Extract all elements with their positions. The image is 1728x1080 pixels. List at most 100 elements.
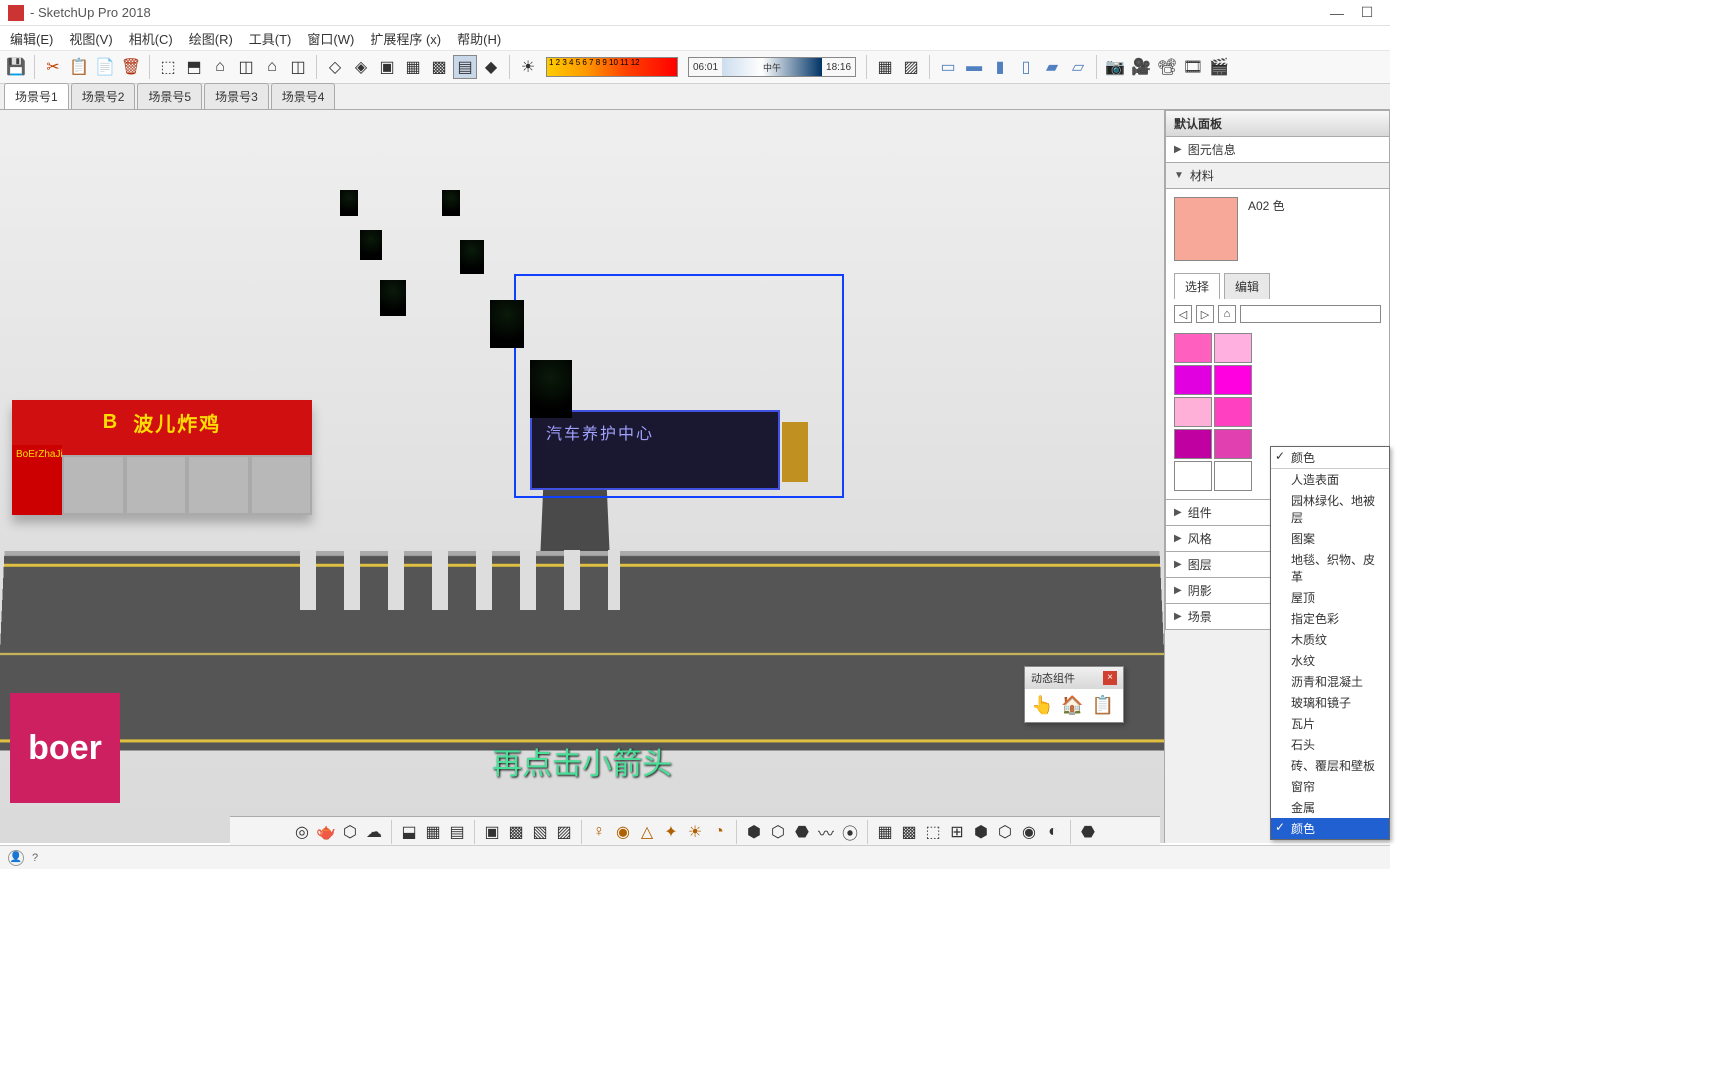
right-icon[interactable]: ◫ — [234, 55, 258, 79]
tool-icon[interactable]: ◉ — [1018, 821, 1040, 843]
nav-fwd-icon[interactable]: ▷ — [1196, 305, 1214, 323]
tool-icon[interactable]: △ — [636, 821, 658, 843]
tool-icon[interactable]: ▩ — [898, 821, 920, 843]
tool-icon[interactable]: ◔ — [708, 821, 730, 843]
box-icon[interactable]: ▱ — [1066, 55, 1090, 79]
tool-icon[interactable]: ▤ — [446, 821, 468, 843]
save-icon[interactable]: 💾 — [4, 55, 28, 79]
tool-icon[interactable]: ▩ — [505, 821, 527, 843]
dd-item[interactable]: 人造表面 — [1271, 469, 1389, 490]
menu-item[interactable]: 帮助(H) — [453, 27, 505, 50]
3d-viewport[interactable]: B波儿炸鸡 BoErZhaJi 汽车养护中心 动态组件× 👆 🏠 📋 — [0, 110, 1164, 843]
menu-item[interactable]: 编辑(E) — [6, 27, 57, 50]
tool-icon[interactable]: ⬣ — [791, 821, 813, 843]
dd-item[interactable]: 金属 — [1271, 797, 1389, 818]
shadow-time-slider[interactable]: 06:01 中午 18:16 — [688, 57, 856, 77]
camera-icon[interactable]: 🎥 — [1129, 55, 1153, 79]
scene-tab[interactable]: 场景号5 — [137, 83, 202, 109]
maximize-button[interactable]: ☐ — [1352, 4, 1382, 21]
shadow-date-slider[interactable]: 1 2 3 4 5 6 7 8 9 10 11 12 — [546, 57, 678, 77]
menu-item[interactable]: 视图(V) — [65, 27, 116, 50]
style-back-icon[interactable]: ◆ — [479, 55, 503, 79]
tool-icon[interactable]: ☁ — [363, 821, 385, 843]
paste-icon[interactable]: 📄 — [93, 55, 117, 79]
tool-icon[interactable]: ▣ — [481, 821, 503, 843]
tool-icon[interactable]: ⬢ — [970, 821, 992, 843]
swatch[interactable] — [1214, 429, 1252, 459]
tool-icon[interactable]: ◉ — [612, 821, 634, 843]
delete-icon[interactable]: 🗑 — [119, 55, 143, 79]
scene-tab[interactable]: 场景号2 — [71, 83, 136, 109]
menu-item[interactable]: 工具(T) — [245, 27, 296, 50]
camera-icon[interactable]: 📷 — [1103, 55, 1127, 79]
mat-tab-edit[interactable]: 编辑 — [1224, 273, 1270, 299]
tool-icon[interactable]: ▧ — [529, 821, 551, 843]
dyncomp-options-icon[interactable]: 🏠 — [1061, 695, 1083, 716]
tool-icon[interactable]: ♀ — [588, 821, 610, 843]
dd-item[interactable]: 沥青和混凝土 — [1271, 671, 1389, 692]
left-icon[interactable]: ◫ — [286, 55, 310, 79]
style-wire-icon[interactable]: ◇ — [323, 55, 347, 79]
close-icon[interactable]: × — [1103, 671, 1117, 685]
dd-item[interactable]: 园林绿化、地被层 — [1271, 490, 1389, 528]
dd-item[interactable]: 木质纹 — [1271, 629, 1389, 650]
layer-icon[interactable]: ▨ — [899, 55, 923, 79]
tool-icon[interactable]: ⬓ — [398, 821, 420, 843]
mat-tab-select[interactable]: 选择 — [1174, 273, 1220, 299]
tray-section-materials[interactable]: ▼材料 — [1165, 163, 1390, 189]
dyncomp-interact-icon[interactable]: 👆 — [1031, 695, 1053, 716]
dd-item[interactable]: 瓦片 — [1271, 713, 1389, 734]
tool-icon[interactable]: ▨ — [553, 821, 575, 843]
tray-section-entityinfo[interactable]: ▶图元信息 — [1165, 137, 1390, 163]
dd-item[interactable]: 地毯、织物、皮革 — [1271, 549, 1389, 587]
material-category-dropdown[interactable]: 颜色 人造表面 园林绿化、地被层 图案 地毯、织物、皮革 屋顶 指定色彩 木质纹… — [1270, 446, 1390, 840]
style-hidden-icon[interactable]: ◈ — [349, 55, 373, 79]
menu-item[interactable]: 扩展程序 (x) — [366, 27, 445, 50]
tool-icon[interactable]: ⬡ — [767, 821, 789, 843]
camera-icon[interactable]: 🎞 — [1181, 55, 1205, 79]
tool-icon[interactable]: ◐ — [1042, 821, 1064, 843]
swatch[interactable] — [1174, 429, 1212, 459]
dd-current[interactable]: 颜色 — [1271, 447, 1389, 469]
dd-item[interactable]: 石头 — [1271, 734, 1389, 755]
iso-icon[interactable]: ⬚ — [156, 55, 180, 79]
tool-icon[interactable]: 〰 — [815, 821, 837, 843]
layer-icon[interactable]: ▦ — [873, 55, 897, 79]
top-icon[interactable]: ⬒ — [182, 55, 206, 79]
style-xray-icon[interactable]: ▤ — [453, 55, 477, 79]
user-icon[interactable]: 👤 — [8, 850, 24, 866]
dd-item[interactable]: 水纹 — [1271, 650, 1389, 671]
tool-icon[interactable]: 🫖 — [315, 821, 337, 843]
copy-icon[interactable]: 📋 — [67, 55, 91, 79]
scene-tab[interactable]: 场景号3 — [204, 83, 269, 109]
menu-item[interactable]: 窗口(W) — [303, 27, 358, 50]
swatch[interactable] — [1174, 333, 1212, 363]
style-shade-icon[interactable]: ▣ — [375, 55, 399, 79]
scene-tab[interactable]: 场景号4 — [271, 83, 336, 109]
swatch[interactable] — [1214, 333, 1252, 363]
dyncomp-attrs-icon[interactable]: 📋 — [1092, 695, 1114, 716]
box-icon[interactable]: ▯ — [1014, 55, 1038, 79]
tool-icon[interactable]: ⊞ — [946, 821, 968, 843]
back-icon[interactable]: ⌂ — [260, 55, 284, 79]
swatch[interactable] — [1174, 397, 1212, 427]
camera-icon[interactable]: 📽 — [1155, 55, 1179, 79]
style-tex-icon[interactable]: ▦ — [401, 55, 425, 79]
tool-icon[interactable]: ⬚ — [922, 821, 944, 843]
dd-item[interactable]: 窗帘 — [1271, 776, 1389, 797]
tool-icon[interactable]: ☀ — [684, 821, 706, 843]
dd-item[interactable]: 指定色彩 — [1271, 608, 1389, 629]
scene-tab[interactable]: 场景号1 — [4, 83, 69, 109]
nav-home-icon[interactable]: ⌂ — [1218, 305, 1236, 323]
box-icon[interactable]: ▮ — [988, 55, 1012, 79]
dynamic-components-panel[interactable]: 动态组件× 👆 🏠 📋 — [1024, 666, 1124, 723]
swatch[interactable] — [1214, 365, 1252, 395]
tool-icon[interactable]: ⦿ — [839, 821, 861, 843]
dd-item[interactable]: 屋顶 — [1271, 587, 1389, 608]
swatch[interactable] — [1174, 365, 1212, 395]
dd-item-selected[interactable]: 颜色 — [1271, 818, 1389, 839]
tray-title[interactable]: 默认面板 — [1165, 110, 1390, 137]
tool-icon[interactable]: ⬡ — [994, 821, 1016, 843]
current-material-swatch[interactable] — [1174, 197, 1238, 261]
box-icon[interactable]: ▬ — [962, 55, 986, 79]
